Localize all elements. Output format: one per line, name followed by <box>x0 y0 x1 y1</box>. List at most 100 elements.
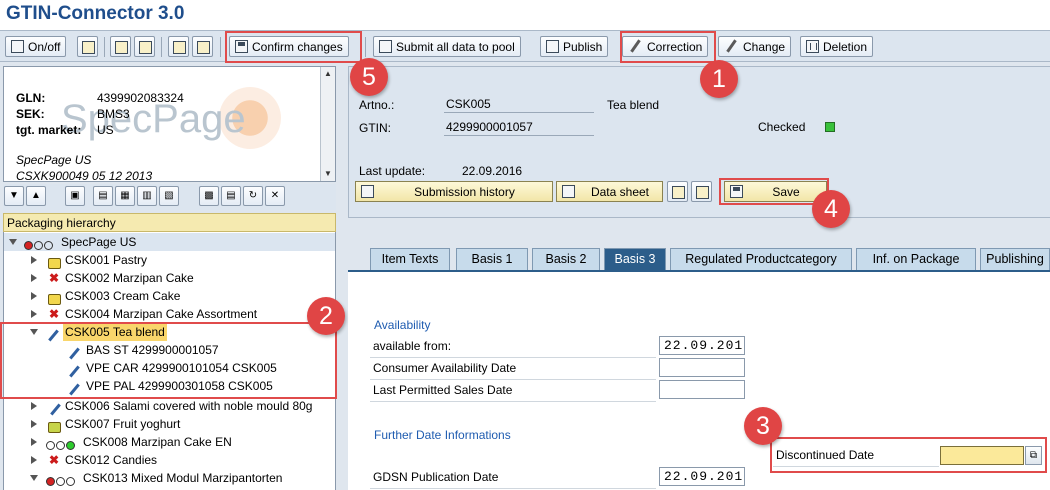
tree-toolbar: ▼ ▲ ▣ ▤ ▦ ▥ ▧ ▩ ▤ ↻ ✕ <box>3 184 336 210</box>
expand-all-icon[interactable]: ▼ <box>4 186 24 206</box>
tree-item-label: CSK007 Fruit yoghurt <box>65 417 181 431</box>
hierarchy-view-button[interactable] <box>667 181 688 202</box>
tree-item-label: SpecPage US <box>61 235 137 249</box>
tree-item-label: CSK003 Cream Cake <box>65 289 181 303</box>
tree-row[interactable]: CSK006 Salami covered with noble mould 8… <box>4 397 335 415</box>
market-value: US <box>97 123 114 137</box>
layout-button[interactable] <box>77 36 98 57</box>
on-off-button[interactable]: On/off <box>5 36 67 57</box>
tree-item-label: CSK008 Marzipan Cake EN <box>83 435 232 449</box>
document-icon[interactable]: ▤ <box>93 186 113 206</box>
app-title: GTIN-Connector 3.0 <box>6 3 185 24</box>
change-button[interactable]: Change <box>718 36 792 57</box>
scroll-down-icon[interactable]: ▼ <box>323 169 333 179</box>
tab-item-texts[interactable]: Item Texts <box>370 248 450 270</box>
tree-row[interactable]: CSK008 Marzipan Cake EN <box>4 433 335 451</box>
consumer-availability-row: Consumer Availability Date <box>370 358 656 380</box>
deletion-button[interactable]: Deletion <box>800 36 874 57</box>
gdsn-publication-input[interactable] <box>659 467 745 486</box>
company-name: SpecPage US <box>16 153 92 167</box>
product-name: Tea blend <box>607 98 660 112</box>
copy-button[interactable] <box>110 36 131 57</box>
tree-row[interactable]: CSK007 Fruit yoghurt <box>4 415 335 434</box>
data-sheet-label: Data sheet <box>590 184 650 199</box>
table-button[interactable] <box>134 36 155 57</box>
available-from-input[interactable] <box>659 336 745 355</box>
refresh-icon[interactable]: ↻ <box>243 186 263 206</box>
expand-arrow-icon[interactable] <box>31 256 37 264</box>
tab-basis-1[interactable]: Basis 1 <box>456 248 528 270</box>
info-scrollbar[interactable]: ▲ ▼ <box>320 67 335 181</box>
sek-value: BMS3 <box>97 107 130 121</box>
checked-label: Checked <box>758 120 806 134</box>
toolbar-divider <box>104 37 105 57</box>
tree-row-root[interactable]: SpecPage US <box>4 233 335 251</box>
tab-basis-3[interactable]: Basis 3 <box>604 248 666 270</box>
last-permitted-input[interactable] <box>659 380 745 399</box>
last-permitted-label: Last Permitted Sales Date <box>373 383 513 397</box>
collapse-all-icon[interactable]: ▲ <box>26 186 46 206</box>
gtin-field: 4299900001057 <box>444 119 594 136</box>
tree-row[interactable]: CSK013 Mixed Modul Marzipantorten <box>4 469 335 490</box>
submit-all-label: Submit all data to pool <box>396 39 515 54</box>
expand-arrow-icon[interactable] <box>31 456 37 464</box>
publish-icon <box>546 40 559 53</box>
columns-icon[interactable]: ▥ <box>137 186 157 206</box>
expand-arrow-icon[interactable] <box>31 420 37 428</box>
datasheet-icon <box>562 185 575 198</box>
print-preview-button[interactable] <box>691 181 712 202</box>
checked-status-icon <box>825 122 835 132</box>
expand-arrow-icon[interactable] <box>31 402 37 410</box>
available-from-row: available from: <box>370 336 656 358</box>
print-button[interactable] <box>192 36 213 57</box>
tree-row[interactable]: ✖ CSK012 Candies <box>4 451 335 469</box>
highlight-tea-blend <box>0 322 337 399</box>
available-from-label: available from: <box>373 339 452 353</box>
packaging-hierarchy-header: Packaging hierarchy <box>3 213 336 232</box>
tree-item-label: CSK004 Marzipan Cake Assortment <box>65 307 258 321</box>
gtin-label: GTIN: <box>359 121 391 135</box>
highlight-confirm-changes <box>225 31 362 63</box>
publish-button[interactable]: Publish <box>540 36 609 57</box>
hierarchy-icon[interactable]: ▩ <box>199 186 219 206</box>
tab-publishing[interactable]: Publishing <box>980 248 1050 270</box>
submission-history-button[interactable]: Submission history <box>355 181 553 202</box>
expand-arrow-icon[interactable] <box>30 475 38 481</box>
company-info-box: SpecPage GLN: 4399902083324 SEK: BMS3 tg… <box>3 66 336 182</box>
hierarchy-button[interactable] <box>168 36 189 57</box>
expand-arrow-icon[interactable] <box>9 239 17 245</box>
last-permitted-row: Last Permitted Sales Date <box>370 380 656 402</box>
tab-regulated-productcategory[interactable]: Regulated Productcategory <box>670 248 852 270</box>
publish-label: Publish <box>563 39 603 54</box>
settings-icon[interactable]: ▧ <box>159 186 179 206</box>
submit-all-button[interactable]: Submit all data to pool <box>373 36 521 57</box>
tab-inf-on-package[interactable]: Inf. on Package <box>856 248 976 270</box>
market-label: tgt. market: <box>16 123 82 137</box>
consumer-availability-label: Consumer Availability Date <box>373 361 517 375</box>
tree-row[interactable]: ✖ CSK002 Marzipan Cake <box>4 269 335 287</box>
list-icon[interactable]: ▦ <box>115 186 135 206</box>
gln-value: 4399902083324 <box>97 91 184 105</box>
toolbar-divider <box>220 37 221 57</box>
expand-arrow-icon[interactable] <box>31 292 37 300</box>
details-icon[interactable]: ▤ <box>221 186 241 206</box>
tree-row[interactable]: CSK001 Pastry <box>4 251 335 270</box>
tab-basis-2[interactable]: Basis 2 <box>532 248 600 270</box>
consumer-availability-input[interactable] <box>659 358 745 377</box>
expand-arrow-icon[interactable] <box>31 310 37 318</box>
expand-arrow-icon[interactable] <box>31 274 37 282</box>
annotation-badge-5: 5 <box>350 58 388 96</box>
change-label: Change <box>743 39 786 54</box>
find-icon[interactable]: ▣ <box>65 186 85 206</box>
tree-row[interactable]: ✖ CSK004 Marzipan Cake Assortment <box>4 305 335 323</box>
delete-icon[interactable]: ✕ <box>265 186 285 206</box>
scroll-up-icon[interactable]: ▲ <box>323 69 333 79</box>
expand-arrow-icon[interactable] <box>31 438 37 446</box>
further-dates-section-title: Further Date Informations <box>374 428 511 442</box>
tree-row[interactable]: CSK003 Cream Cake <box>4 287 335 306</box>
status-lights-icon <box>46 472 76 490</box>
last-update-value: 22.09.2016 <box>462 164 523 178</box>
data-sheet-button[interactable]: Data sheet <box>556 181 663 202</box>
gdsn-publication-label: GDSN Publication Date <box>373 470 499 484</box>
trash-icon <box>806 40 819 53</box>
